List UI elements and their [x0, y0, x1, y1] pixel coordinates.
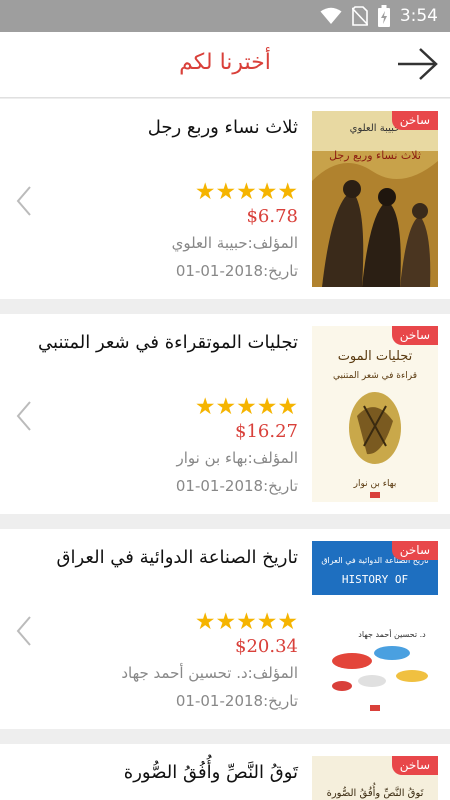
book-price: $6.78 [246, 206, 298, 227]
chevron-left-icon[interactable] [14, 400, 34, 432]
rating-stars: ★★★★★ [194, 179, 298, 205]
arrow-right-icon[interactable] [396, 46, 440, 82]
chevron-left-icon[interactable] [14, 185, 34, 217]
book-title: تَوقُ النَّصِّ وأُفُقُ الصُّورة [123, 762, 298, 783]
cover-title-text: ثلاث نساء وربع رجل [329, 149, 421, 162]
hot-badge: ساخن [391, 756, 438, 775]
book-cover-image: حبيبة العلوي ثلاث نساء وربع رجل [312, 111, 438, 287]
book-card[interactable]: ساخن تاريخ الصناعة الدوائية في العراق HI… [0, 529, 450, 729]
book-title: ثلاث نساء وربع رجل [147, 117, 298, 138]
book-author: المؤلف:بهاء بن نوار [176, 449, 299, 467]
cover-subtitle-text: قراءة في شعر المتنبي [333, 371, 417, 381]
status-time: 3:54 [399, 6, 438, 26]
rating-stars: ★★★★★ [194, 394, 298, 420]
hot-badge: ساخن [391, 111, 438, 130]
status-icons: 3:54 [320, 4, 438, 28]
cover-author-text: د. تحسين أحمد جهاد [358, 629, 426, 639]
book-card[interactable]: ساخن تَوقُ النَّصِّ وأُفُقُ الصُّورة تَو… [0, 744, 450, 800]
book-title: تاريخ الصناعة الدوائية في العراق [56, 547, 299, 568]
battery-charging-icon [377, 5, 390, 27]
hot-badge: ساخن [391, 541, 438, 560]
book-date: تاريخ:2018-01-01 [175, 262, 298, 280]
book-author: المؤلف:حبيبة العلوي [171, 234, 298, 252]
book-date: تاريخ:2018-01-01 [175, 477, 298, 495]
rating-stars: ★★★★★ [194, 609, 298, 635]
book-price: $16.27 [235, 421, 298, 442]
book-author: المؤلف:د. تحسين أحمد جهاد [121, 664, 298, 682]
status-bar: 3:54 [0, 0, 450, 32]
book-date: تاريخ:2018-01-01 [175, 692, 298, 710]
book-cover-image: تاريخ الصناعة الدوائية في العراق HISTORY… [312, 541, 438, 717]
book-price: $20.34 [235, 636, 298, 657]
book-card[interactable]: ساخن حبيبة العلوي ثلاث نساء وربع رجل ثلا… [0, 99, 450, 299]
book-title: تجليات الموتقراءة في شعر المتنبي [38, 332, 298, 353]
cover-title-text: تجليات الموت [338, 349, 413, 364]
chevron-left-icon[interactable] [14, 615, 34, 647]
no-sim-icon [351, 6, 368, 26]
hot-badge: ساخن [391, 326, 438, 345]
app-header: أخترنا لكم [0, 32, 450, 98]
page-title: أخترنا لكم [179, 50, 271, 75]
book-cover-image: تجليات الموت قراءة في شعر المتنبي بهاء ب… [312, 326, 438, 502]
cover-english-text: HISTORY OF [342, 573, 408, 586]
wifi-icon [320, 7, 342, 24]
book-card[interactable]: ساخن تجليات الموت قراءة في شعر المتنبي ب… [0, 314, 450, 514]
cover-author-text: بهاء بن نوار [353, 479, 397, 489]
